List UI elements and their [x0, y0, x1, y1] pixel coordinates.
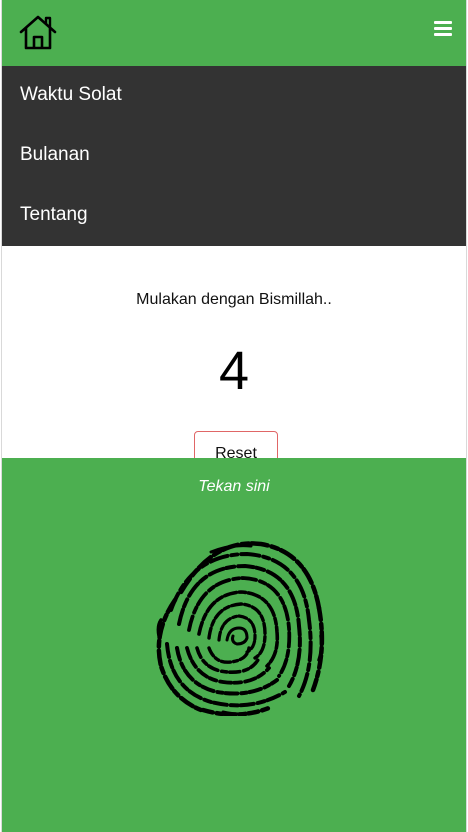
nav-item-bulanan[interactable]: Bulanan	[2, 126, 466, 186]
tasbih-counter: 4	[218, 341, 250, 401]
tap-zone[interactable]: Tekan sini	[2, 458, 466, 832]
menu-bar	[434, 27, 452, 30]
app-frame: Waktu Solat Bulanan Tentang Mulakan deng…	[1, 0, 467, 832]
top-navbar	[2, 0, 466, 66]
fingerprint-icon	[156, 541, 325, 716]
tap-label: Tekan sini	[198, 478, 270, 495]
nav-dropdown-menu: Waktu Solat Bulanan Tentang	[2, 66, 466, 246]
home-button[interactable]	[18, 13, 60, 53]
hamburger-menu-icon[interactable]	[432, 19, 454, 41]
home-icon	[19, 15, 57, 50]
menu-bar	[434, 33, 452, 36]
menu-bar	[434, 21, 452, 24]
nav-item-tentang[interactable]: Tentang	[2, 186, 466, 246]
intro-text: Mulakan dengan Bismillah..	[136, 291, 332, 308]
nav-item-waktu-solat[interactable]: Waktu Solat	[2, 66, 466, 126]
counter-panel: Mulakan dengan Bismillah.. 4 Reset	[2, 246, 466, 471]
